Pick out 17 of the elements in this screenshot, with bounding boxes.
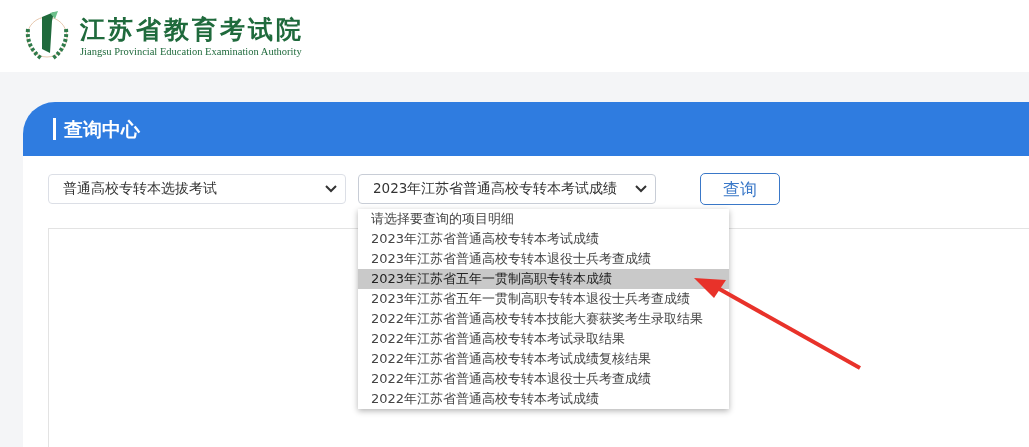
logo-title: 江苏省教育考试院: [80, 15, 304, 44]
dropdown-option[interactable]: 2022年江苏省普通高校专转本退役士兵考查成绩: [358, 369, 729, 389]
dropdown-option[interactable]: 2022年江苏省普通高校专转本考试成绩复核结果: [358, 349, 729, 369]
dropdown-option[interactable]: 2023年江苏省普通高校专转本退役士兵考查成绩: [358, 249, 729, 269]
exam-select[interactable]: 普通高校专转本选拔考试: [48, 174, 346, 204]
dropdown-option[interactable]: 请选择要查询的项目明细: [358, 209, 729, 229]
dropdown-option[interactable]: 2022年江苏省普通高校专转本考试成绩: [358, 389, 729, 409]
dropdown-option[interactable]: 2023年江苏省五年一贯制高职专转本退役士兵考查成绩: [358, 289, 729, 309]
panel-title: 查询中心: [53, 118, 140, 140]
query-button[interactable]: 查询: [700, 173, 780, 205]
dropdown-option[interactable]: 2023年江苏省五年一贯制高职专转本成绩: [358, 269, 729, 289]
dropdown-option[interactable]: 2022年江苏省普通高校专转本考试录取结果: [358, 329, 729, 349]
dropdown-option[interactable]: 2022年江苏省普通高校专转本技能大赛获奖考生录取结果: [358, 309, 729, 329]
chevron-icon: [325, 185, 337, 193]
chevron-icon: [635, 185, 647, 193]
dropdown-option[interactable]: 2023年江苏省普通高校专转本考试成绩: [358, 229, 729, 249]
logo-subtitle: Jiangsu Provincial Education Examination Authority: [80, 45, 303, 57]
